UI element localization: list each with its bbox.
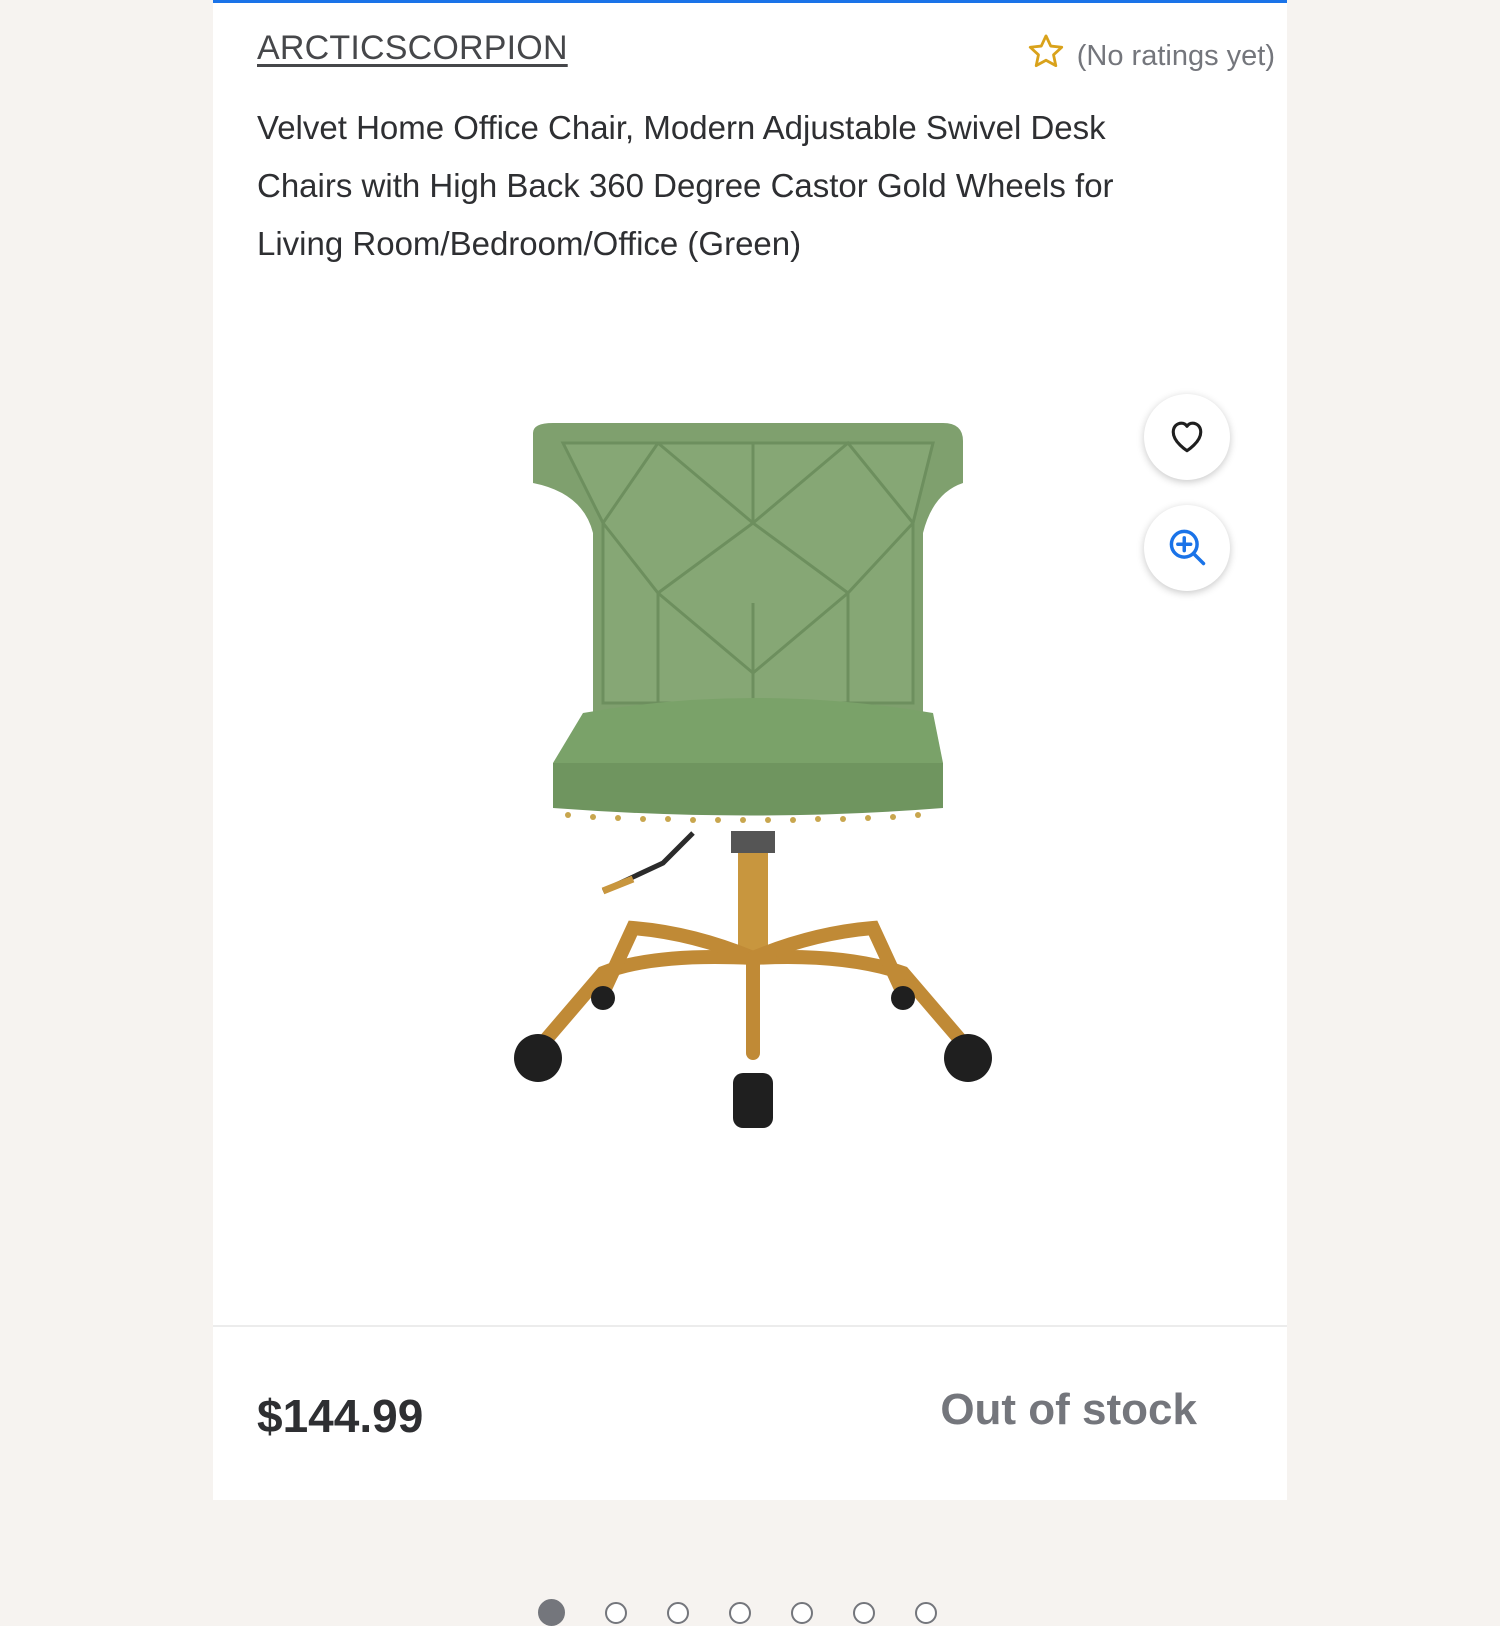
- product-image-carousel[interactable]: [213, 303, 1287, 1626]
- product-card: ARCTICSCORPION (No ratings yet) Velvet H…: [213, 0, 1287, 1626]
- product-title: Velvet Home Office Chair, Modern Adjusta…: [257, 109, 1114, 262]
- rating-summary[interactable]: (No ratings yet): [1025, 31, 1275, 81]
- product-price: $144.99: [257, 1390, 424, 1442]
- carousel-pagination: [538, 1599, 937, 1626]
- carousel-dot[interactable]: [538, 1599, 565, 1626]
- carousel-dot[interactable]: [667, 1601, 689, 1624]
- divider: [213, 1325, 1287, 1327]
- carousel-dot[interactable]: [791, 1601, 813, 1624]
- carousel-dot[interactable]: [853, 1601, 875, 1624]
- rating-text: (No ratings yet): [1076, 39, 1275, 72]
- brand-link[interactable]: ARCTICSCORPION: [257, 29, 568, 68]
- zoom-image-button[interactable]: [1144, 505, 1230, 591]
- carousel-dot[interactable]: [915, 1601, 937, 1624]
- zoom-in-icon: [1165, 525, 1209, 572]
- heart-outline-icon: [1165, 414, 1209, 461]
- product-image: [514, 423, 992, 1128]
- availability-status: Out of stock: [940, 1385, 1197, 1434]
- carousel-dot[interactable]: [605, 1601, 627, 1624]
- star-outline-icon: [1025, 31, 1067, 81]
- add-to-favorites-button[interactable]: [1144, 394, 1230, 480]
- carousel-dot[interactable]: [729, 1601, 751, 1624]
